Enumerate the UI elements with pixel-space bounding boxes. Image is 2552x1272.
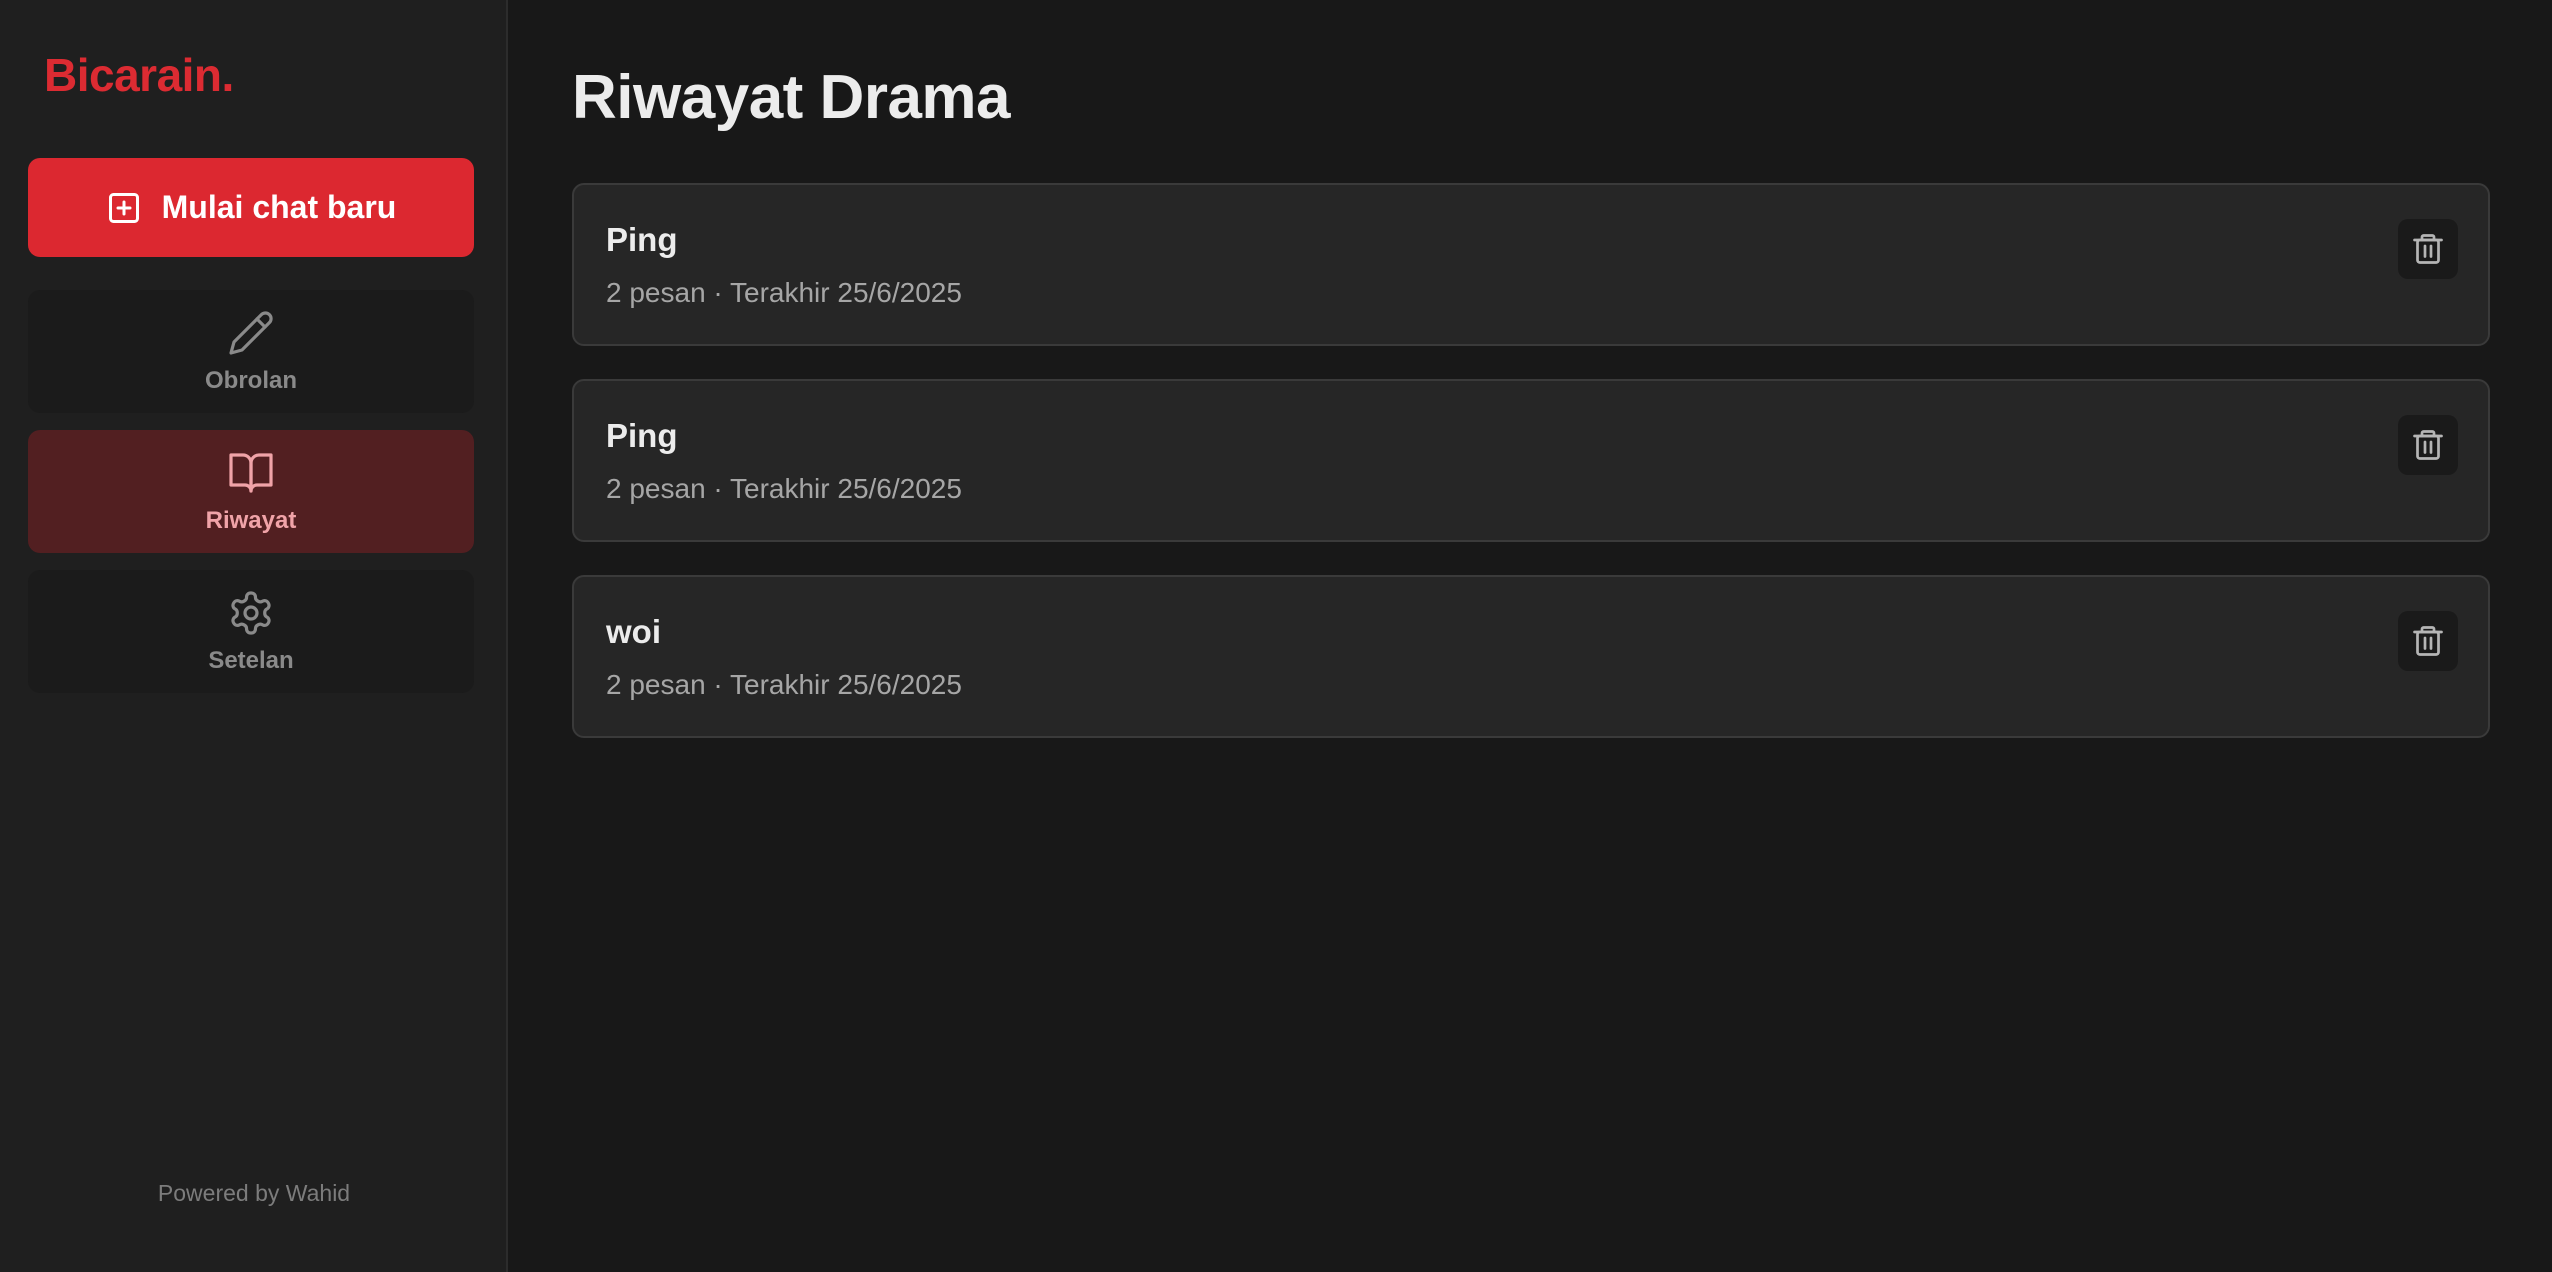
history-card[interactable]: woi 2 pesan · Terakhir 25/6/2025 (572, 575, 2490, 738)
sidebar-item-setelan[interactable]: Setelan (28, 570, 474, 693)
trash-icon (2410, 623, 2446, 659)
page-title: Riwayat Drama (572, 63, 1011, 132)
main-content: Riwayat Drama Ping 2 pesan · Terakhir 25… (508, 0, 2552, 1272)
sidebar-item-label: Riwayat (205, 506, 297, 534)
history-card-meta: 2 pesan · Terakhir 25/6/2025 (606, 669, 962, 700)
settings-icon (227, 589, 275, 637)
history-card-title: Ping (606, 417, 678, 454)
sidebar: Bicarain. Mulai chat baru Obrolan Riwaya… (0, 0, 508, 1272)
new-chat-label: Mulai chat baru (161, 189, 397, 225)
trash-icon (2410, 427, 2446, 463)
history-card-meta: 2 pesan · Terakhir 25/6/2025 (606, 473, 962, 504)
pencil-icon (227, 309, 275, 357)
brand-logo[interactable]: Bicarain. (44, 48, 234, 102)
powered-by-footer: Powered by Wahid (157, 1180, 351, 1206)
history-card-meta: 2 pesan · Terakhir 25/6/2025 (606, 277, 962, 308)
delete-button[interactable] (2398, 219, 2458, 279)
history-card[interactable]: Ping 2 pesan · Terakhir 25/6/2025 (572, 183, 2490, 346)
sidebar-item-label: Setelan (208, 646, 294, 674)
delete-button[interactable] (2398, 611, 2458, 671)
history-card[interactable]: Ping 2 pesan · Terakhir 25/6/2025 (572, 379, 2490, 542)
open-book-icon (227, 449, 275, 497)
new-chat-button[interactable]: Mulai chat baru (28, 158, 474, 257)
history-card-title: woi (606, 613, 661, 650)
sidebar-item-riwayat[interactable]: Riwayat (28, 430, 474, 553)
trash-icon (2410, 231, 2446, 267)
sidebar-item-obrolan[interactable]: Obrolan (28, 290, 474, 413)
history-card-title: Ping (606, 221, 678, 258)
sidebar-item-label: Obrolan (204, 366, 297, 394)
plus-square-icon (106, 190, 142, 226)
app: Bicarain. Mulai chat baru Obrolan Riwaya… (0, 0, 2552, 1272)
delete-button[interactable] (2398, 415, 2458, 475)
